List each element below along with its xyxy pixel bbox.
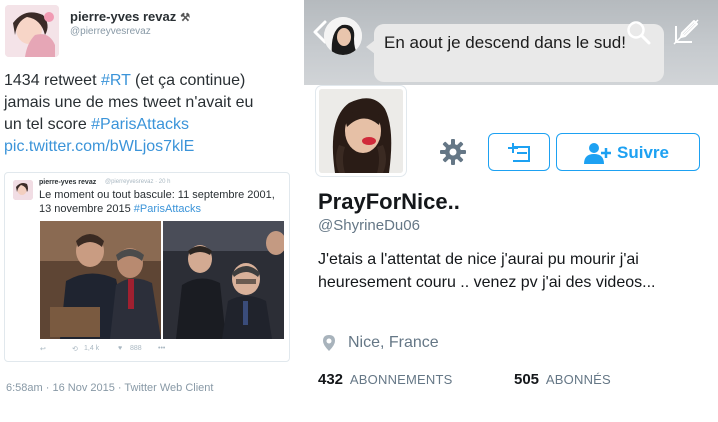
- profile-display-name: PrayForNice..: [318, 189, 460, 214]
- retweet-icon: ⟲: [72, 346, 78, 353]
- tweet-card: pierre-yves revaz ⚒ @pierreyvesrevaz 1434…: [0, 0, 296, 412]
- profile-avatar[interactable]: [316, 86, 406, 176]
- location-pin-icon: [322, 334, 336, 352]
- followers-count: 505: [514, 371, 540, 388]
- embedded-actions: ↩ ⟲ 1,4 k ♥ 888 •••: [40, 345, 190, 357]
- more-icon: •••: [158, 345, 166, 352]
- add-to-list-icon: [508, 143, 530, 162]
- like-icon: ♥: [118, 345, 123, 352]
- embedded-like-count: 888: [130, 345, 142, 352]
- author-name-text: pierre-yves revaz: [70, 9, 177, 24]
- author-avatar[interactable]: [5, 5, 59, 57]
- profile-screen-name: @ShyrineDu06: [318, 217, 420, 234]
- dm-message-bubble: En aout je descend dans le sud!: [366, 24, 664, 82]
- followers-label: ABONNÉS: [545, 372, 611, 387]
- embedded-tweet-text: Le moment ou tout bascule: 11 septembre …: [39, 188, 289, 216]
- profile-bio: J'etais a l'attentat de nice j'aurai pu …: [318, 251, 656, 291]
- tweet-text-part: un tel score: [4, 116, 92, 133]
- follow-button[interactable]: Suivre: [556, 133, 700, 171]
- tweet-text-part: jamais une de mes tweet n'avait eu: [4, 94, 254, 111]
- following-label: ABONNEMENTS: [349, 372, 453, 387]
- tweet-timestamp: 6:58am · 16 Nov 2015 · Twitter Web Clien…: [6, 382, 214, 394]
- hashtag-rt-link[interactable]: #RT: [101, 72, 131, 89]
- profile-screen: En aout je descend dans le sud! Suivre P…: [304, 0, 718, 422]
- embedded-tweet[interactable]: pierre-yves revaz @pierreyvesrevaz · 20 …: [4, 172, 290, 362]
- following-count: 432: [318, 371, 344, 388]
- compose-icon[interactable]: [672, 18, 700, 46]
- profile-location: Nice, France: [348, 334, 439, 351]
- embedded-photo: [40, 221, 284, 339]
- tweet-text: 1434 retweet #RT (et ça continue) jamais…: [4, 70, 294, 158]
- gear-icon[interactable]: [439, 138, 467, 166]
- embedded-hashtag-link: #ParisAttacks: [133, 203, 202, 215]
- tweet-text-part: 1434 retweet: [4, 72, 101, 89]
- author-name[interactable]: pierre-yves revaz ⚒: [70, 9, 190, 24]
- search-icon[interactable]: [626, 20, 652, 46]
- embedded-author-avatar: [13, 180, 33, 200]
- hashtag-parisattacks-link[interactable]: #ParisAttacks: [91, 116, 189, 133]
- author-handle[interactable]: @pierreyvesrevaz: [70, 26, 151, 37]
- add-user-icon: [584, 143, 611, 164]
- reply-icon: ↩: [40, 346, 46, 353]
- add-to-list-button[interactable]: [488, 133, 550, 171]
- tweet-text-part: (et ça continue): [130, 72, 246, 89]
- embedded-author-name: pierre-yves revaz: [39, 179, 97, 186]
- pic-link[interactable]: pic.twitter.com/bWLjos7klE: [4, 138, 194, 155]
- embedded-author-handle: @pierreyvesrevaz · 20 h: [105, 179, 171, 185]
- dm-sender-avatar[interactable]: [324, 17, 362, 55]
- follow-button-label: Suivre: [617, 143, 669, 162]
- followers-stat[interactable]: 505 ABONNÉS: [514, 371, 611, 388]
- following-stat[interactable]: 432 ABONNEMENTS: [318, 371, 453, 388]
- author-name-emoji: ⚒: [180, 12, 191, 24]
- embedded-retweet-count: 1,4 k: [84, 345, 100, 352]
